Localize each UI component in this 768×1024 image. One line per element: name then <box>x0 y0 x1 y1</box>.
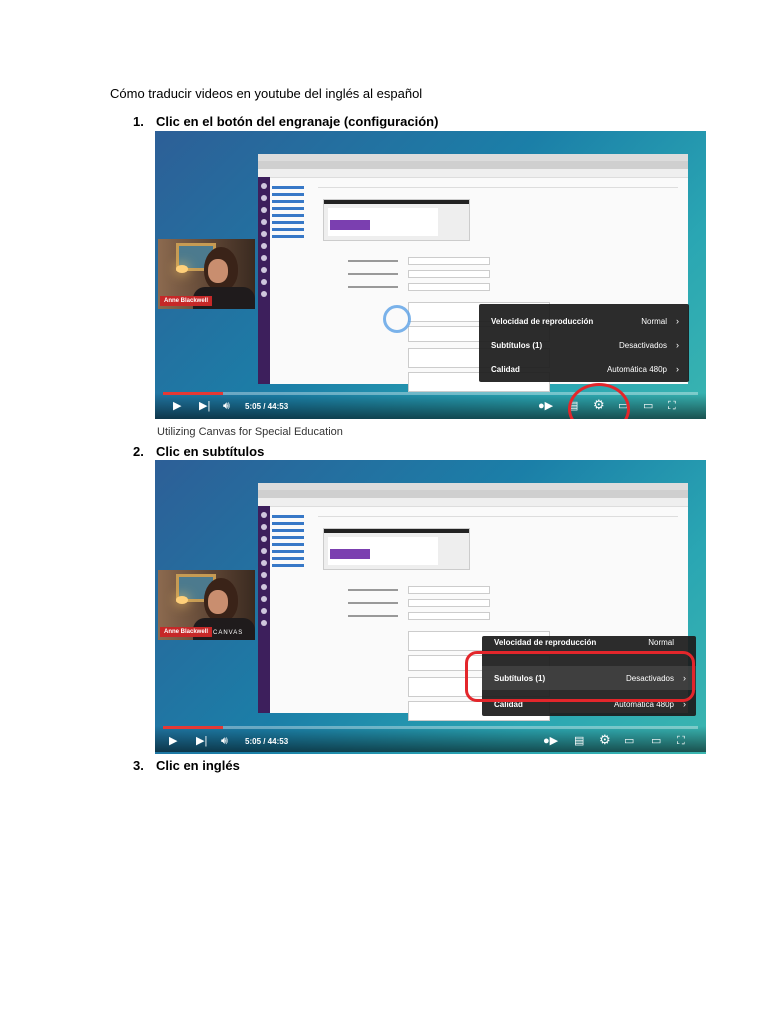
canvas-sidebar <box>258 506 270 713</box>
fullscreen-icon[interactable]: ⛶ <box>677 735 685 747</box>
play-icon[interactable]: ▶ <box>169 735 177 747</box>
canvas-sidebar <box>258 177 270 384</box>
menu-item-quality[interactable]: Calidad Automática 480p › <box>479 357 689 381</box>
step-3: 3. Clic en inglés <box>133 758 240 773</box>
settings-menu: Velocidad de reproducción Normal › Subtí… <box>479 304 689 382</box>
presenter-name: Anne Blackwell <box>160 296 213 306</box>
progress-played <box>163 726 224 729</box>
step-2: 2. Clic en subtítulos <box>133 444 264 459</box>
menu-item-playback-speed[interactable]: Velocidad de reproducción Normal › <box>479 309 689 333</box>
chevron-right-icon: › <box>676 316 679 326</box>
fullscreen-icon[interactable]: ⛶ <box>668 400 676 412</box>
progress-bar[interactable] <box>163 726 698 729</box>
volume-icon[interactable]: 🔊︎ <box>223 400 230 412</box>
progress-played <box>163 392 224 395</box>
highlight-rectangle <box>465 651 695 702</box>
chevron-right-icon: › <box>676 340 679 350</box>
autoplay-toggle-icon[interactable]: ●▶ <box>543 735 558 747</box>
step-1: 1. Clic en el botón del engranaje (config… <box>133 114 438 129</box>
video-screenshot-2: Anne Blackwell CANVAS Velocidad de repro… <box>155 460 706 754</box>
step-number: 2. <box>133 444 144 459</box>
chevron-right-icon: › <box>676 364 679 374</box>
volume-icon[interactable]: 🔊︎ <box>221 735 228 747</box>
menu-item-subtitles[interactable]: Subtítulos (1) Desactivados › <box>479 333 689 357</box>
video-title: Utilizing Canvas for Special Education <box>157 426 343 438</box>
presenter-webcam: Anne Blackwell <box>158 239 255 309</box>
document-title: Cómo traducir videos en youtube del ingl… <box>110 86 423 101</box>
theater-icon[interactable]: ▭ <box>643 400 653 412</box>
video-screenshot-1: Anne Blackwell Velocidad de reproducción… <box>155 131 706 441</box>
theater-icon[interactable]: ▭ <box>651 735 661 747</box>
subtitles-icon[interactable]: ▤ <box>574 735 584 747</box>
watermark: CANVAS <box>213 630 244 636</box>
step-number: 3. <box>133 758 144 773</box>
time-display: 5:05 / 44:53 <box>245 402 289 411</box>
presenter-webcam: Anne Blackwell CANVAS <box>158 570 255 640</box>
time-display: 5:05 / 44:53 <box>245 737 289 746</box>
step-text: Clic en inglés <box>156 758 240 773</box>
video-caption: Utilizing Canvas for Special Education <box>155 419 706 441</box>
step-number: 1. <box>133 114 144 129</box>
gear-icon[interactable]: ⚙ <box>599 733 611 746</box>
play-icon[interactable]: ▶ <box>173 400 181 412</box>
autoplay-toggle-icon[interactable]: ●▶ <box>538 400 553 412</box>
step-text: Clic en el botón del engranaje (configur… <box>156 114 439 129</box>
next-icon[interactable]: ▶| <box>199 400 210 412</box>
next-icon[interactable]: ▶| <box>196 735 207 747</box>
presenter-name: Anne Blackwell <box>160 627 213 637</box>
miniplayer-icon[interactable]: ▭ <box>624 735 634 747</box>
step-text: Clic en subtítulos <box>156 444 265 459</box>
